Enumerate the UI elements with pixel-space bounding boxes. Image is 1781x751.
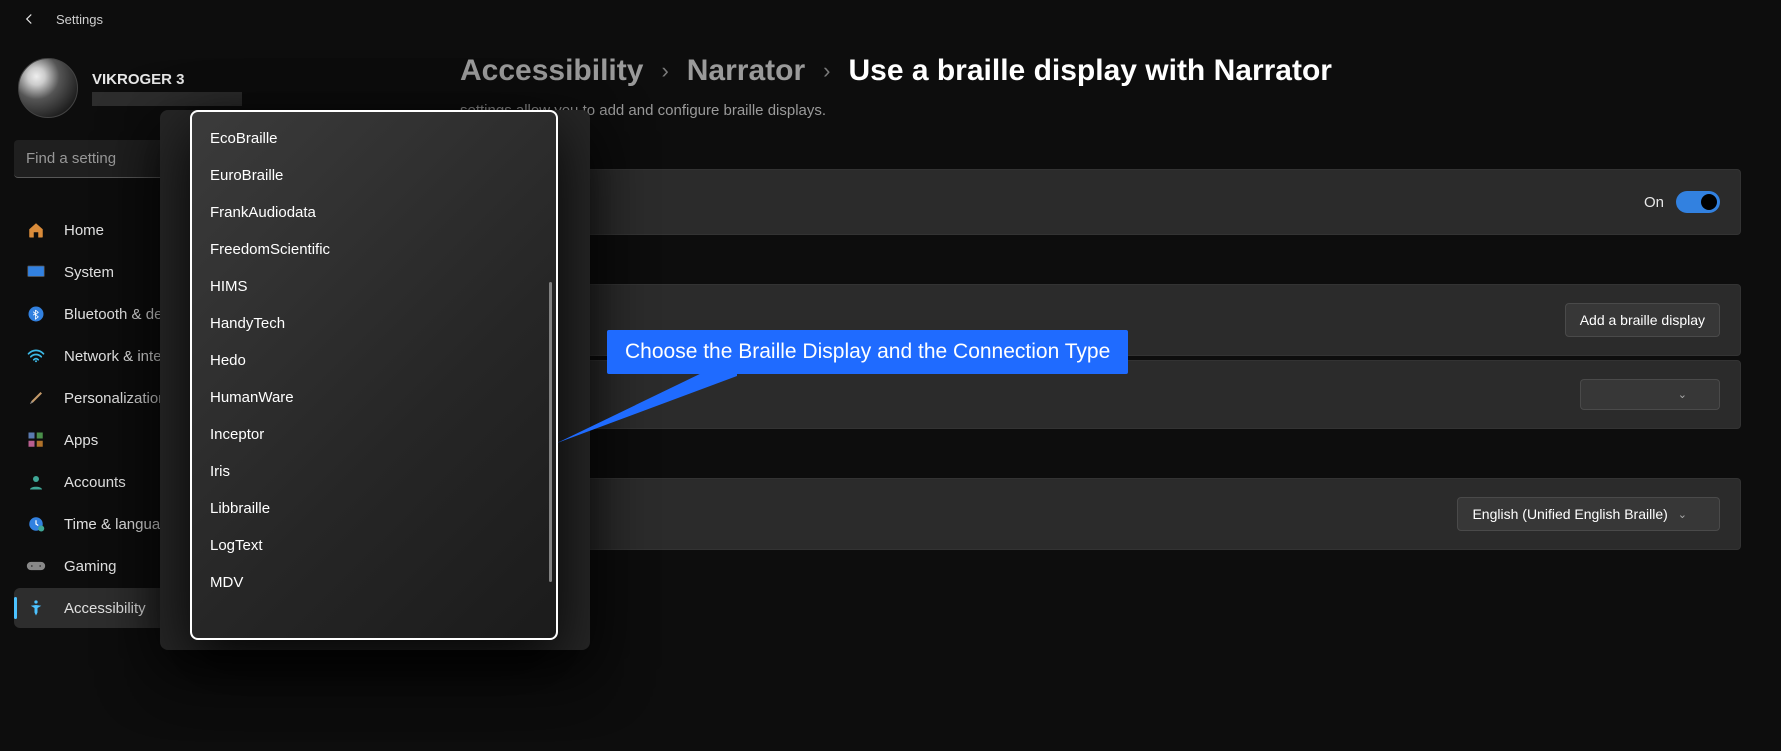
chevron-down-icon: ⌄ bbox=[1678, 388, 1687, 401]
dropdown-option[interactable]: FrankAudiodata bbox=[200, 194, 548, 231]
add-braille-display-button[interactable]: Add a braille display bbox=[1565, 303, 1720, 337]
person-icon bbox=[26, 472, 46, 492]
app-title: Settings bbox=[56, 12, 103, 27]
profile-subtitle-redacted bbox=[92, 92, 242, 106]
avatar bbox=[18, 58, 78, 118]
page-description: settings allow you to add and configure … bbox=[460, 102, 1741, 119]
breadcrumb-narrator[interactable]: Narrator bbox=[687, 54, 805, 88]
scrollbar[interactable] bbox=[549, 282, 552, 582]
braille-manufacturer-dropdown: EcoBrailleEuroBrailleFrankAudiodataFreed… bbox=[190, 110, 558, 640]
row-turn-on-braille: on braille On bbox=[460, 169, 1741, 235]
annotation-text: Choose the Braille Display and the Conne… bbox=[607, 330, 1128, 374]
clock-icon bbox=[26, 514, 46, 534]
chevron-right-icon: › bbox=[661, 58, 668, 84]
sidebar-label: Home bbox=[64, 222, 104, 239]
breadcrumb-current: Use a braille display with Narrator bbox=[848, 54, 1332, 88]
sidebar-label: Accounts bbox=[64, 474, 126, 491]
dropdown-option[interactable]: LogText bbox=[200, 527, 548, 564]
sidebar-label: Personalization bbox=[64, 390, 167, 407]
language-select[interactable]: English (Unified English Braille) ⌄ bbox=[1457, 497, 1720, 531]
profile-block[interactable]: VIKROGER 3 bbox=[14, 58, 326, 118]
wifi-icon bbox=[26, 346, 46, 366]
sidebar-label: System bbox=[64, 264, 114, 281]
apps-icon bbox=[26, 430, 46, 450]
dropdown-option[interactable]: Libbraille bbox=[200, 490, 548, 527]
bluetooth-icon bbox=[26, 304, 46, 324]
accessibility-icon bbox=[26, 598, 46, 618]
sidebar-label: Accessibility bbox=[64, 600, 146, 617]
section-input-output: ut and output bbox=[460, 449, 1741, 466]
dropdown-option[interactable]: MDV bbox=[200, 564, 548, 601]
braille-toggle[interactable] bbox=[1676, 191, 1720, 213]
dropdown-option[interactable]: HumanWare bbox=[200, 379, 548, 416]
chevron-right-icon: › bbox=[823, 58, 830, 84]
driver-select[interactable]: ⌄ bbox=[1580, 379, 1720, 410]
breadcrumb-accessibility[interactable]: Accessibility bbox=[460, 54, 643, 88]
home-icon bbox=[26, 220, 46, 240]
dropdown-option[interactable]: EcoBraille bbox=[200, 120, 548, 157]
annotation-callout: Choose the Braille Display and the Conne… bbox=[607, 330, 1128, 374]
row-language: guage English (Unified English Braille) … bbox=[460, 478, 1741, 550]
dropdown-option[interactable]: Inceptor bbox=[200, 416, 548, 453]
gamepad-icon bbox=[26, 556, 46, 576]
sidebar-label: Apps bbox=[64, 432, 98, 449]
dropdown-option[interactable]: Iris bbox=[200, 453, 548, 490]
dropdown-option[interactable]: FreedomScientific bbox=[200, 231, 548, 268]
section-add-device: d device bbox=[460, 255, 1741, 272]
dropdown-option[interactable]: EuroBraille bbox=[200, 157, 548, 194]
select-value: English (Unified English Braille) bbox=[1472, 506, 1667, 522]
dropdown-option[interactable]: HIMS bbox=[200, 268, 548, 305]
sidebar-label: Gaming bbox=[64, 558, 117, 575]
chevron-down-icon: ⌄ bbox=[1678, 508, 1687, 521]
profile-name: VIKROGER 3 bbox=[92, 71, 242, 88]
dropdown-option[interactable]: Hedo bbox=[200, 342, 548, 379]
brush-icon bbox=[26, 388, 46, 408]
toggle-state-label: On bbox=[1644, 194, 1664, 211]
system-icon bbox=[26, 262, 46, 282]
dropdown-option[interactable]: HandyTech bbox=[200, 305, 548, 342]
breadcrumb: Accessibility › Narrator › Use a braille… bbox=[460, 54, 1741, 88]
back-button[interactable] bbox=[20, 10, 38, 28]
